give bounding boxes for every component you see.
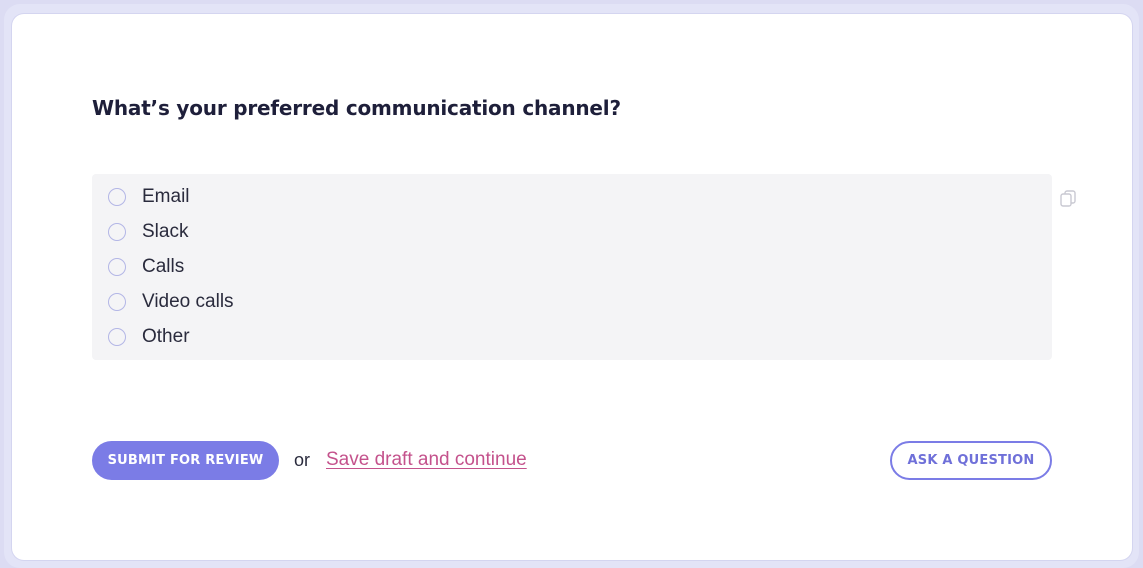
option-label: Slack bbox=[142, 221, 189, 242]
copy-icon[interactable] bbox=[1060, 190, 1076, 208]
question-card: What’s your preferred communication chan… bbox=[12, 14, 1132, 560]
radio-button[interactable] bbox=[108, 258, 126, 276]
radio-button[interactable] bbox=[108, 293, 126, 311]
question-title: What’s your preferred communication chan… bbox=[92, 96, 621, 120]
submit-for-review-button[interactable]: SUBMIT FOR REVIEW bbox=[92, 441, 279, 480]
option-label: Calls bbox=[142, 256, 185, 277]
or-text: or bbox=[294, 450, 311, 470]
options-group: Email Slack Calls Video calls Other bbox=[92, 174, 1052, 360]
option-label: Email bbox=[142, 186, 190, 207]
option-label: Other bbox=[142, 326, 190, 347]
option-video-calls[interactable]: Video calls bbox=[108, 287, 234, 317]
save-draft-link[interactable]: Save draft and continue bbox=[326, 449, 527, 471]
option-calls[interactable]: Calls bbox=[108, 252, 184, 282]
option-label: Video calls bbox=[142, 291, 234, 312]
option-email[interactable]: Email bbox=[108, 182, 190, 212]
radio-button[interactable] bbox=[108, 223, 126, 241]
ask-question-button[interactable]: ASK A QUESTION bbox=[890, 441, 1052, 480]
radio-button[interactable] bbox=[108, 328, 126, 346]
option-other[interactable]: Other bbox=[108, 322, 190, 352]
radio-button[interactable] bbox=[108, 188, 126, 206]
option-slack[interactable]: Slack bbox=[108, 217, 188, 247]
